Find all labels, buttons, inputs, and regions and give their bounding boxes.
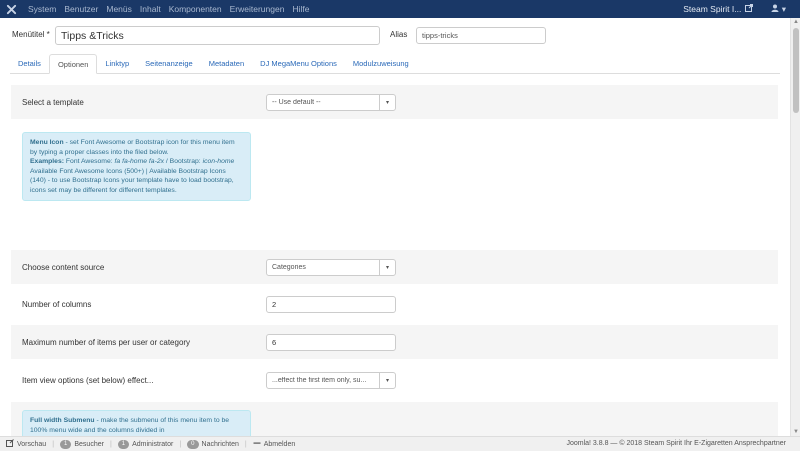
menu-components[interactable]: Komponenten (169, 4, 222, 14)
user-icon (771, 4, 781, 14)
menu-menus[interactable]: Menüs (106, 4, 132, 14)
menu-icon-info: Menu Icon - set Font Awesome or Bootstra… (22, 132, 251, 201)
navbar-right: Steam Spirit I... ▾ (683, 0, 800, 18)
tab-bar: Details Optionen Linktyp Seitenanzeige M… (10, 54, 780, 74)
logout-link[interactable]: Abmelden (253, 440, 295, 448)
eye-icon (6, 439, 14, 449)
menu-content[interactable]: Inhalt (140, 4, 161, 14)
admin-navbar: System Benutzer Menüs Inhalt Komponenten… (0, 0, 800, 18)
scrollbar-thumb[interactable] (793, 28, 799, 113)
chevron-down-icon: ▾ (379, 95, 395, 110)
item-view-label: Item view options (set below) effect... (22, 376, 154, 385)
scroll-down-icon[interactable]: ▼ (793, 429, 799, 435)
messages-badge: 0 (187, 439, 199, 449)
admin-menu: System Benutzer Menüs Inhalt Komponenten… (22, 0, 311, 18)
full-width-info: Full width Submenu - make the submenu of… (22, 410, 251, 436)
menu-system[interactable]: System (28, 4, 56, 14)
content-source-row: Choose content source Categories ▾ (11, 250, 778, 284)
tab-module-assignment[interactable]: Modulzuweisung (345, 54, 417, 74)
columns-label: Number of columns (22, 300, 92, 309)
page-scrollbar[interactable]: ▲ ▼ (790, 18, 800, 436)
visitors-status[interactable]: 1 Besucher (60, 439, 104, 449)
menutitle-label: Menütitel * (12, 30, 50, 39)
site-name-link[interactable]: Steam Spirit I... (683, 4, 741, 14)
columns-row: Number of columns (11, 288, 778, 320)
alias-label: Alias (390, 30, 408, 39)
columns-input[interactable] (266, 296, 396, 313)
admin-badge: 1 (117, 439, 130, 449)
item-view-row: Item view options (set below) effect... … (11, 363, 778, 397)
menu-extensions[interactable]: Erweiterungen (230, 4, 285, 14)
scroll-up-icon[interactable]: ▲ (793, 19, 799, 25)
item-view-select[interactable]: ...effect the first item only, su... ▾ (266, 372, 396, 389)
content-source-label: Choose content source (22, 263, 105, 272)
footer-copyright: Joomla! 3.8.8 — © 2018 Steam Spirit Ihr … (566, 440, 786, 447)
max-items-row: Maximum number of items per user or cate… (11, 325, 778, 359)
minus-icon (253, 440, 261, 448)
template-select[interactable]: -- Use default -- ▾ (266, 94, 396, 111)
content-source-select[interactable]: Categories ▾ (266, 259, 396, 276)
chevron-down-icon: ▾ (379, 260, 395, 275)
tab-page-display[interactable]: Seitenanzeige (137, 54, 201, 74)
status-bar: Vorschau | 1 Besucher | 1 Administrator … (0, 436, 800, 451)
external-link-icon[interactable] (745, 4, 754, 14)
preview-link[interactable]: Vorschau (6, 439, 46, 449)
available-icons-links[interactable]: Available Font Awesome Icons (500+) | Av… (30, 168, 234, 194)
tab-details[interactable]: Details (10, 54, 49, 74)
title-row: Menütitel * Alias (0, 18, 790, 54)
template-label: Select a template (22, 98, 84, 107)
menutitle-input[interactable] (55, 26, 380, 45)
template-row: Select a template -- Use default -- ▾ (11, 85, 778, 119)
alias-input[interactable] (416, 27, 546, 44)
user-menu[interactable]: ▾ (771, 4, 786, 15)
tab-metadata[interactable]: Metadaten (201, 54, 252, 74)
tab-dj-megamenu[interactable]: DJ MegaMenu Options (252, 54, 345, 74)
chevron-down-icon: ▾ (781, 3, 786, 14)
tab-linktype[interactable]: Linktyp (97, 54, 137, 74)
options-panel: Select a template -- Use default -- ▾ Me… (0, 75, 790, 436)
menu-users[interactable]: Benutzer (64, 4, 98, 14)
visitors-badge: 1 (60, 439, 72, 449)
menu-help[interactable]: Hilfe (292, 4, 309, 14)
joomla-icon[interactable] (0, 0, 22, 18)
chevron-down-icon: ▾ (379, 373, 395, 388)
tab-options[interactable]: Optionen (48, 54, 98, 74)
admin-status[interactable]: 1 Administrator (117, 439, 173, 449)
max-items-input[interactable] (266, 334, 396, 351)
max-items-label: Maximum number of items per user or cate… (22, 338, 191, 347)
messages-status[interactable]: 0 Nachrichten (187, 439, 239, 449)
